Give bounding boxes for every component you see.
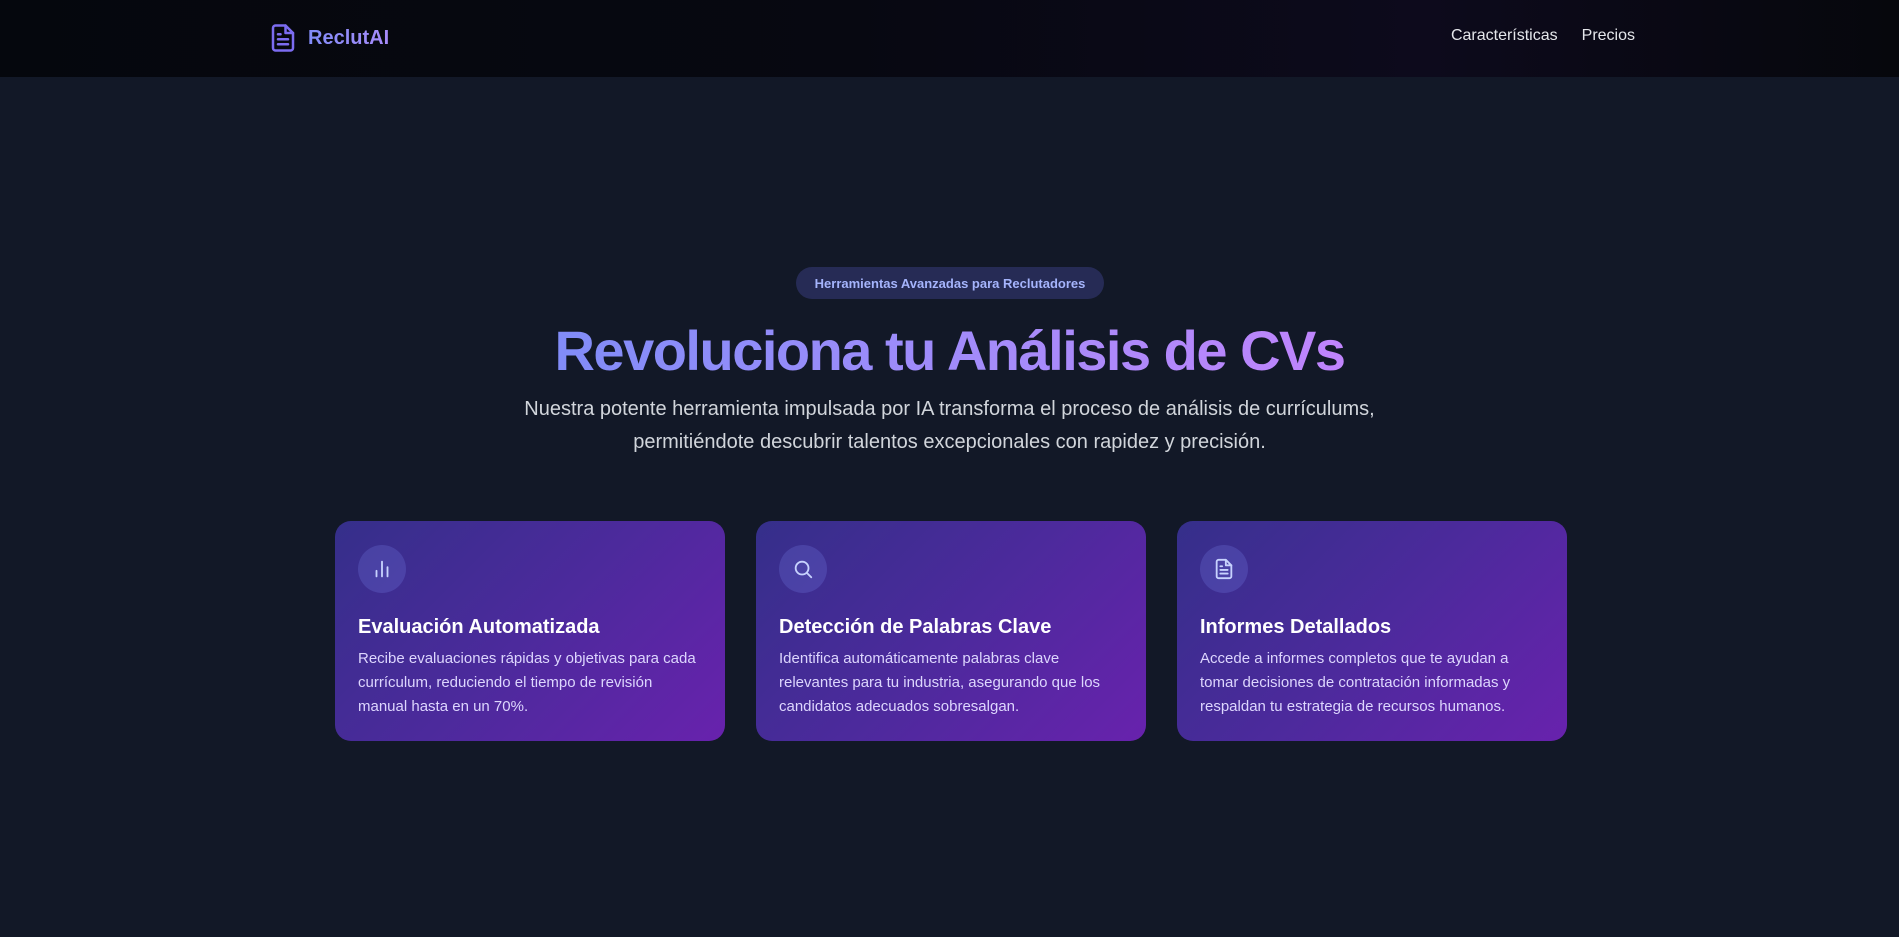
document-icon <box>1215 558 1233 580</box>
feature-title: Detección de Palabras Clave <box>779 616 1052 638</box>
feature-title: Informes Detallados <box>1200 616 1392 638</box>
top-navbar: ReclutAI Características Precios <box>0 0 1899 77</box>
brand-logo-link[interactable]: ReclutAI <box>268 20 389 56</box>
hero-badge: Herramientas Avanzadas para Reclutadores <box>796 267 1104 299</box>
hero-subtitle: Nuestra potente herramienta impulsada po… <box>0 393 1899 459</box>
hero-subtitle-line-2: permitiéndote descubrir talentos excepci… <box>633 431 1266 453</box>
hero-title-text: Revoluciona tu Análisis de CVs <box>554 319 1346 382</box>
feature-description: Identifica automáticamente palabras clav… <box>779 650 1101 715</box>
hero-subtitle-line-1: Nuestra potente herramienta impulsada po… <box>524 398 1375 420</box>
feature-card-palabras-clave: Detección de Palabras Clave Identifica a… <box>756 521 1146 741</box>
feature-description: Accede a informes completos que te ayuda… <box>1200 650 1511 715</box>
bar-chart-icon <box>375 560 389 578</box>
feature-icon-wrapper <box>779 545 827 593</box>
document-icon <box>271 24 295 52</box>
brand-name: ReclutAI <box>308 26 390 49</box>
feature-card-informes: Informes Detallados Accede a informes co… <box>1177 521 1567 741</box>
search-icon <box>794 560 813 579</box>
feature-title: Evaluación Automatizada <box>358 616 600 638</box>
nav-link-caracteristicas[interactable]: Características <box>1451 27 1558 45</box>
nav-link-precios[interactable]: Precios <box>1582 27 1635 45</box>
feature-card-evaluacion: Evaluación Automatizada Recibe evaluacio… <box>335 521 725 741</box>
feature-icon-wrapper <box>1200 545 1248 593</box>
feature-description: Recibe evaluaciones rápidas y objetivas … <box>358 650 696 715</box>
nav-links: Características Precios <box>1451 27 1635 45</box>
hero-title: Revoluciona tu Análisis de CVs <box>0 312 1899 390</box>
feature-cards: Evaluación Automatizada Recibe evaluacio… <box>335 521 1567 741</box>
feature-icon-wrapper <box>358 545 406 593</box>
